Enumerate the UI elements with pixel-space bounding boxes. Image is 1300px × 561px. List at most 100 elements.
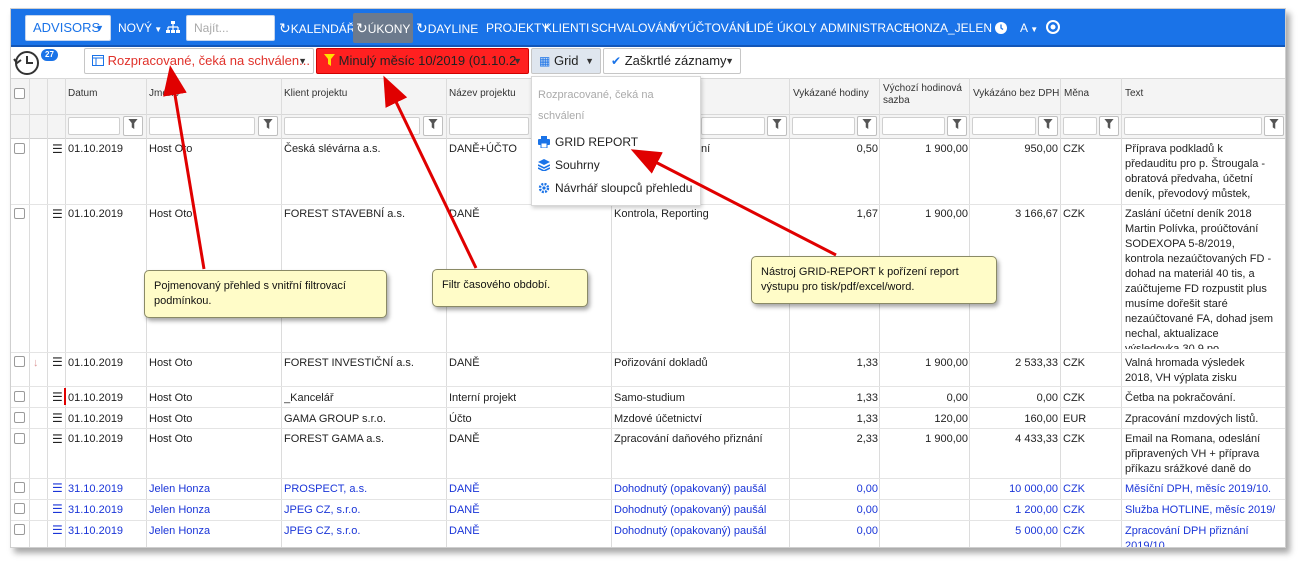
layers-icon <box>537 159 551 172</box>
period-filter-label: Minulý měsíc 10/2019 (01.10.2 <box>338 53 517 68</box>
cell-amount: 0,00 <box>1036 392 1058 404</box>
cell-text: Zpracování mzdových listů. <box>1125 413 1259 425</box>
row-menu-icon[interactable]: ☰ <box>52 412 63 424</box>
summaries-menu-item[interactable]: Souhrny <box>537 158 600 172</box>
saved-view-dropdown[interactable]: Rozpracované, čeká na schválen... ▼ <box>84 48 314 74</box>
cell-client: FOREST STAVEBNÍ a.s. <box>284 208 406 220</box>
nav-billing[interactable]: VYÚČTOVÁNÍ <box>671 9 749 47</box>
row-checkbox[interactable] <box>14 433 25 444</box>
period-filter-dropdown[interactable]: Minulý měsíc 10/2019 (01.10.2 ▼ <box>316 48 529 74</box>
clock-icon[interactable] <box>995 9 1007 47</box>
cell-hours: 2,33 <box>856 433 878 445</box>
cell-text: Služba HOTLINE, měsíc 2019/10. <box>1125 504 1275 516</box>
filter-icon[interactable] <box>857 116 877 136</box>
filter-icon[interactable] <box>123 116 143 136</box>
nav-calendar-label: KALENDÁŘ <box>290 22 356 36</box>
nav-approval[interactable]: SCHVALOVÁNÍ <box>591 9 675 47</box>
column-designer-menu-item[interactable]: Návrhář sloupců přehledu <box>538 181 692 195</box>
row-menu-icon[interactable]: ☰ <box>52 391 63 403</box>
currency-filter-input[interactable] <box>1063 117 1097 135</box>
column-header-client[interactable]: Klient projektu <box>284 88 347 100</box>
grid-icon: ▦ <box>539 54 551 68</box>
nav-calendar[interactable]: ↻KALENDÁŘ <box>279 9 355 47</box>
row-menu-icon[interactable]: ☰ <box>52 143 63 155</box>
nav-people[interactable]: LIDÉ <box>747 9 774 47</box>
client-filter-input[interactable] <box>284 117 420 135</box>
row-checkbox[interactable] <box>14 412 25 423</box>
filter-icon[interactable] <box>1038 116 1058 136</box>
project-filter-input[interactable] <box>449 117 529 135</box>
grid-menu-button[interactable]: ▦ Grid ▼ <box>531 48 601 74</box>
row-checkbox[interactable] <box>14 503 25 514</box>
select-all-checkbox[interactable] <box>14 88 25 99</box>
rate-filter-input[interactable] <box>882 117 945 135</box>
row-menu-icon[interactable]: ☰ <box>52 433 63 445</box>
cell-hours: 1,33 <box>856 357 878 369</box>
grid-report-menu-item[interactable]: GRID REPORT <box>538 135 638 149</box>
column-header-amount[interactable]: Vykázáno bez DPH <box>973 88 1059 100</box>
nav-projects[interactable]: PROJEKTY <box>486 9 549 47</box>
hours-filter-input[interactable] <box>792 117 855 135</box>
cell-client: JPEG CZ, s.r.o. <box>284 525 361 537</box>
row-menu-icon[interactable]: ☰ <box>52 208 63 220</box>
column-header-hours[interactable]: Vykázané hodiny <box>793 88 869 100</box>
row-menu-icon[interactable]: ☰ <box>52 503 63 515</box>
row-checkbox[interactable] <box>14 482 25 493</box>
user-menu[interactable]: HONZA_JELEN ▼ <box>906 9 1002 47</box>
filter-icon[interactable] <box>423 116 443 136</box>
chevron-down-icon: ▼ <box>725 56 734 66</box>
cell-text: Valná hromada výsledek 2018, VH výplata … <box>1125 357 1245 384</box>
cell-client: FOREST GAMA a.s. <box>284 433 385 445</box>
text-filter-input[interactable] <box>1124 117 1262 135</box>
column-header-project[interactable]: Název projektu <box>449 88 516 100</box>
activity-filter-input[interactable] <box>701 117 765 135</box>
row-checkbox[interactable] <box>14 391 25 402</box>
cell-date: 31.10.2019 <box>68 504 124 516</box>
cell-rate: 120,00 <box>934 413 968 425</box>
filter-icon[interactable] <box>947 116 967 136</box>
support-icon[interactable] <box>1046 9 1060 47</box>
cell-amount: 10 000,00 <box>1009 483 1058 495</box>
cell-client: JPEG CZ, s.r.o. <box>284 504 361 516</box>
column-header-rate[interactable]: Výchozí hodinová sazba <box>883 83 967 107</box>
column-header-text[interactable]: Text <box>1125 88 1143 100</box>
cell-date: 01.10.2019 <box>68 208 124 220</box>
column-header-date[interactable]: Datum <box>68 88 97 100</box>
amount-filter-input[interactable] <box>972 117 1036 135</box>
row-separator <box>11 428 1285 429</box>
cell-date: 31.10.2019 <box>68 483 124 495</box>
window-icon <box>92 55 104 66</box>
checked-records-dropdown[interactable]: ✔ Zaškrtlé záznamy ▼ <box>603 48 741 74</box>
nav-tasks[interactable]: ÚKOLY <box>777 9 817 47</box>
row-separator <box>11 499 1285 500</box>
row-checkbox[interactable] <box>14 524 25 535</box>
filter-icon[interactable] <box>767 116 787 136</box>
callout-saved-view: Pojmenovaný přehled s vnitřní filtrovací… <box>144 270 387 318</box>
filter-icon[interactable] <box>1099 116 1119 136</box>
org-chart-icon[interactable] <box>166 9 180 47</box>
name-filter-input[interactable] <box>149 117 255 135</box>
nav-dayline[interactable]: ↻DAYLINE <box>416 9 478 47</box>
filter-icon[interactable] <box>1264 116 1284 136</box>
row-menu-icon[interactable]: ☰ <box>52 524 63 536</box>
nav-administration[interactable]: ADMINISTRACE <box>820 9 911 47</box>
column-header-currency[interactable]: Měna <box>1064 88 1089 100</box>
row-checkbox[interactable] <box>14 143 25 154</box>
search-input[interactable]: Najít... <box>186 15 275 41</box>
font-size-menu[interactable]: A ▼ <box>1020 9 1038 47</box>
app-switcher-button[interactable]: ADVISORS ▼ <box>25 15 111 41</box>
cell-date: 31.10.2019 <box>68 525 124 537</box>
cell-name: Host Oto <box>149 433 193 445</box>
row-checkbox[interactable] <box>14 208 25 219</box>
column-header-name[interactable]: Jméno <box>149 88 179 100</box>
row-checkbox[interactable] <box>14 356 25 367</box>
top-navigation: ADVISORS ▼ NOVÝ ▼ Najít... ↻KALENDÁŘ ↻ÚK… <box>11 9 1285 47</box>
nav-actions[interactable]: ↻ÚKONY <box>353 13 414 43</box>
row-menu-icon[interactable]: ☰ <box>52 482 63 494</box>
date-filter-input[interactable] <box>68 117 120 135</box>
row-menu-icon[interactable]: ☰ <box>52 356 63 368</box>
filter-icon[interactable] <box>258 116 278 136</box>
new-menu[interactable]: NOVÝ ▼ <box>118 9 162 47</box>
history-icon[interactable] <box>13 49 41 80</box>
nav-clients[interactable]: KLIENTI <box>544 9 589 47</box>
